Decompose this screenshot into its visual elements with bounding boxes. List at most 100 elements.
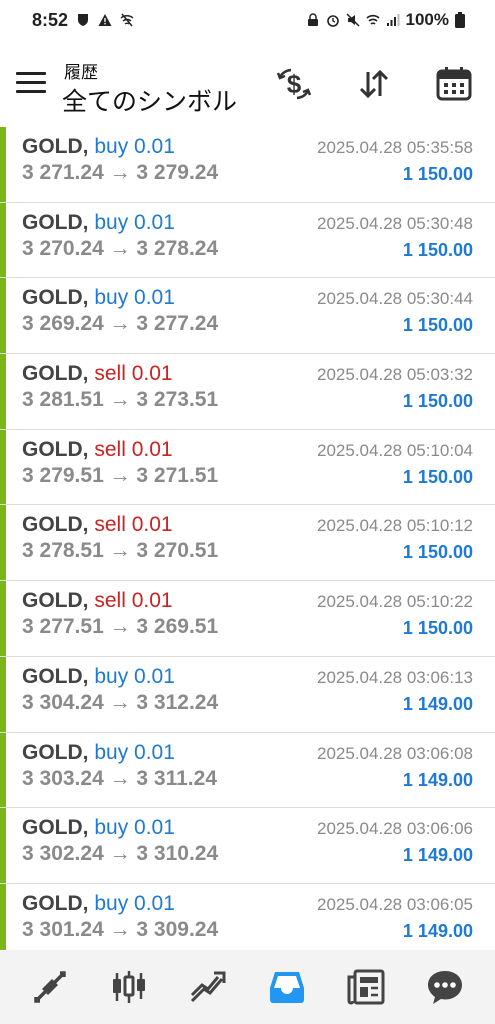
- battery-icon: [455, 12, 465, 28]
- trade-profit: 1 149.00: [402, 693, 473, 714]
- trade-prices: 3 304.24 → 3 312.24: [22, 690, 219, 714]
- trade-side: sell 0.01: [94, 589, 173, 613]
- trade-status-bar: [0, 581, 6, 656]
- symbol-name: GOLD,: [22, 210, 89, 234]
- symbol-name: GOLD,: [22, 286, 89, 310]
- trade-prices: 3 270.24 → 3 278.24: [22, 236, 219, 260]
- trade-prices: 3 278.51 → 3 270.51: [22, 539, 219, 563]
- trade-side: sell 0.01: [94, 513, 173, 537]
- trade-row[interactable]: GOLD, buy 0.01 3 269.24 → 3 277.24 2025.04…: [0, 278, 495, 355]
- trade-symbol: GOLD, buy 0.01: [22, 816, 175, 840]
- wifi-off-icon: [120, 13, 134, 27]
- symbol-name: GOLD,: [22, 891, 89, 915]
- trade-status-bar: [0, 278, 6, 354]
- trade-time: 2025.04.28 03:06:05: [317, 894, 473, 914]
- trade-status-bar: [0, 883, 6, 959]
- page-title[interactable]: 全てのシンボル: [62, 82, 237, 118]
- exchange-dollar-icon[interactable]: $: [274, 64, 314, 104]
- trade-side: sell 0.01: [94, 362, 173, 386]
- mute-icon: [345, 13, 360, 27]
- trade-symbol: GOLD, buy 0.01: [22, 135, 175, 159]
- trade-row[interactable]: GOLD, buy 0.01 3 302.24 → 3 310.24 2025.04…: [0, 808, 495, 884]
- trade-profit: 1 150.00: [402, 164, 473, 184]
- symbol-name: GOLD,: [22, 513, 89, 537]
- menu-icon[interactable]: [16, 72, 46, 96]
- svg-text:$: $: [287, 69, 302, 99]
- trade-profit: 1 149.00: [402, 769, 473, 790]
- trade-status-bar: [0, 429, 6, 505]
- chat-icon[interactable]: [419, 961, 471, 1013]
- trade-symbol: GOLD, buy 0.01: [22, 211, 175, 235]
- trade-side: buy 0.01: [94, 210, 175, 234]
- trade-row[interactable]: GOLD, buy 0.01 3 304.24 → 3 312.24 2025.04…: [0, 656, 495, 733]
- trade-time: 2025.04.28 03:06:06: [317, 819, 473, 839]
- trade-prices: 3 279.51 → 3 271.51: [22, 463, 219, 487]
- trade-status-bar: [0, 505, 6, 581]
- trade-time: 2025.04.28 03:06:08: [317, 743, 473, 763]
- sort-icon[interactable]: [354, 64, 394, 104]
- trade-profit: 1 150.00: [402, 542, 473, 563]
- trade-status-bar: [0, 202, 6, 278]
- symbol-name: GOLD,: [22, 816, 89, 840]
- trade-profit: 1 150.00: [402, 315, 473, 336]
- trade-status-bar: [0, 127, 6, 202]
- chart-icon[interactable]: [103, 961, 155, 1013]
- trade-status-bar: [0, 354, 6, 429]
- trade-symbol: GOLD, sell 0.01: [22, 589, 173, 613]
- trade-side: sell 0.01: [94, 437, 173, 461]
- trade-profit: 1 149.00: [402, 920, 473, 941]
- wifi-icon: [365, 14, 380, 25]
- signal-icon: [386, 14, 400, 26]
- trade-time: 2025.04.28 05:10:12: [317, 516, 473, 536]
- trade-time: 2025.04.28 05:30:44: [317, 289, 473, 309]
- trade-time: 2025.04.28 05:03:32: [317, 365, 473, 385]
- trade-time: 2025.04.28 03:06:13: [317, 667, 473, 687]
- battery-level: 100%: [405, 10, 449, 29]
- trade-symbol: GOLD, buy 0.01: [22, 741, 175, 765]
- trade-prices: 3 301.24 → 3 309.24: [22, 917, 219, 941]
- symbol-name: GOLD,: [22, 664, 89, 688]
- trade-prices: 3 277.51 → 3 269.51: [22, 615, 219, 639]
- trade-prices: 3 303.24 → 3 311.24: [22, 766, 217, 790]
- trade-side: buy 0.01: [94, 816, 175, 840]
- trade-time: 2025.04.28 05:10:04: [317, 440, 473, 460]
- trade-profit: 1 150.00: [402, 618, 473, 639]
- trade-row[interactable]: GOLD, sell 0.01 3 281.51 → 3 273.51 2025.0…: [0, 354, 495, 430]
- calendar-icon[interactable]: [434, 64, 474, 104]
- trade-icon[interactable]: [182, 961, 234, 1013]
- history-icon[interactable]: [261, 961, 313, 1013]
- trade-profit: 1 150.00: [402, 466, 473, 487]
- trade-row[interactable]: GOLD, buy 0.01 3 271.24 → 3 279.24 2025.04…: [0, 127, 495, 203]
- trade-time: 2025.04.28 05:10:22: [317, 592, 473, 612]
- quotes-icon[interactable]: [24, 961, 76, 1013]
- lock-icon: [307, 13, 318, 26]
- trade-time: 2025.04.28 05:35:58: [317, 138, 473, 157]
- trade-row[interactable]: GOLD, sell 0.01 3 279.51 → 3 271.51 2025.0…: [0, 429, 495, 506]
- trade-row[interactable]: GOLD, buy 0.01 3 303.24 → 3 311.24 2025.04…: [0, 732, 495, 809]
- header-subtitle: 履歴: [64, 63, 98, 82]
- trade-side: buy 0.01: [94, 286, 175, 310]
- symbol-name: GOLD,: [22, 437, 89, 461]
- trade-side: buy 0.01: [94, 740, 175, 764]
- app-header: 履歴 全てのシンボル $: [0, 48, 495, 122]
- bottom-navigation: [0, 950, 495, 1024]
- trade-prices: 3 302.24 → 3 310.24: [22, 842, 219, 866]
- status-time: 8:52: [32, 9, 69, 30]
- status-bar: 8:52 100%: [0, 0, 495, 40]
- trade-profit: 1 149.00: [402, 845, 473, 866]
- trade-prices: 3 281.51 → 3 273.51: [22, 388, 219, 412]
- shield-icon: [78, 14, 89, 26]
- trade-status-bar: [0, 808, 6, 883]
- warning-icon: [98, 14, 112, 26]
- trade-profit: 1 150.00: [402, 391, 473, 412]
- trade-symbol: GOLD, sell 0.01: [22, 513, 173, 537]
- trade-row[interactable]: GOLD, sell 0.01 3 277.51 → 3 269.51 2025.0…: [0, 581, 495, 657]
- trade-row[interactable]: GOLD, buy 0.01 3 270.24 → 3 278.24 2025.04…: [0, 202, 495, 279]
- news-icon[interactable]: [340, 961, 392, 1013]
- trade-prices: 3 269.24 → 3 277.24: [22, 312, 219, 336]
- trade-profit: 1 150.00: [402, 239, 473, 260]
- trade-row[interactable]: GOLD, sell 0.01 3 278.51 → 3 270.51 2025.0…: [0, 505, 495, 582]
- trade-row[interactable]: GOLD, buy 0.01 3 301.24 → 3 309.24 2025.04…: [0, 883, 495, 960]
- trade-time: 2025.04.28 05:30:48: [317, 213, 473, 233]
- symbol-name: GOLD,: [22, 740, 89, 764]
